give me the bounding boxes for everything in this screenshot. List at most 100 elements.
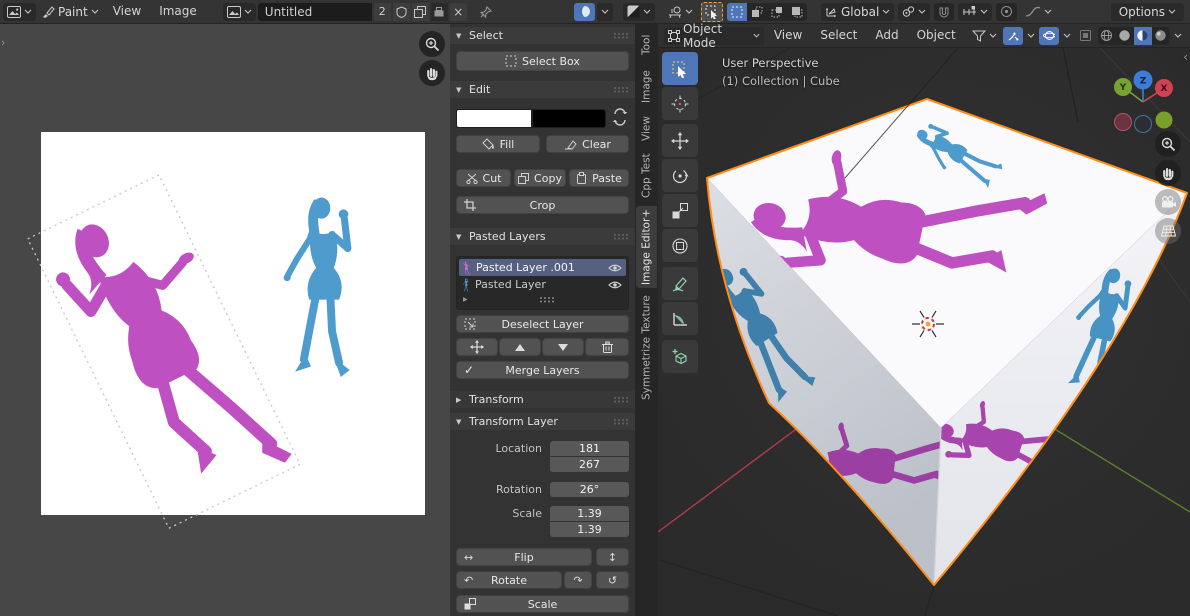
panel-header-select[interactable]: ▼ Select <box>450 27 635 44</box>
tab-symmetrize-texture[interactable]: Symmetrize Texture <box>636 292 657 404</box>
expand-triangle-icon[interactable]: ▶ <box>463 296 471 303</box>
select-mode-set[interactable] <box>727 3 747 21</box>
visibility-eye-icon[interactable] <box>608 280 622 290</box>
pan-button[interactable] <box>419 60 445 86</box>
mode-dropdown[interactable]: Paint <box>38 3 103 21</box>
viewport-pan-button[interactable] <box>1155 160 1181 186</box>
layer-down-button[interactable] <box>542 338 584 356</box>
resize-grip-icon[interactable] <box>539 296 555 303</box>
proportional-editing-toggle[interactable] <box>996 3 1017 21</box>
panel-header-transform-layer[interactable]: ▼ Transform Layer <box>450 413 635 430</box>
overlays-toggle[interactable] <box>1039 27 1059 45</box>
menu-image[interactable]: Image <box>151 0 205 23</box>
rotate-cw-button[interactable]: ↷ <box>564 571 592 589</box>
swap-colors-button[interactable] <box>612 108 628 126</box>
new-image-button[interactable] <box>412 3 429 21</box>
pivot-point-dropdown[interactable] <box>898 3 930 21</box>
foreground-color-swatch[interactable] <box>456 109 532 128</box>
tool-rotate[interactable] <box>662 159 698 192</box>
image-canvas-area[interactable]: › <box>0 24 450 616</box>
tab-image[interactable]: Image <box>636 66 657 108</box>
clear-button[interactable]: Clear <box>546 135 629 153</box>
copy-button[interactable]: Copy <box>514 169 566 187</box>
pin-icon[interactable] <box>479 5 493 19</box>
location-y-field[interactable]: 267 <box>550 457 629 472</box>
toggle-ortho-button[interactable] <box>1155 218 1181 244</box>
fake-user-button[interactable] <box>393 3 410 21</box>
tool-annotate[interactable] <box>662 267 698 300</box>
layer-up-button[interactable] <box>499 338 541 356</box>
overlays-dropdown[interactable] <box>1061 27 1073 45</box>
image-browse-button[interactable] <box>223 3 256 21</box>
tool-transform[interactable] <box>662 229 698 262</box>
axis-neg-y-ball[interactable] <box>1156 112 1173 129</box>
pack-image-button[interactable] <box>431 3 448 21</box>
viewport-3d[interactable]: User Perspective (1) Collection | Cube ‹… <box>658 48 1190 616</box>
shading-dropdown[interactable] <box>1172 27 1184 45</box>
tool-measure[interactable] <box>662 302 698 335</box>
snap-target-dropdown[interactable] <box>958 3 992 21</box>
layer-row[interactable]: Pasted Layer <box>459 276 626 293</box>
tool-cursor[interactable] <box>662 87 698 120</box>
shading-material-preview[interactable] <box>1134 27 1152 45</box>
rotation-field[interactable]: 26° <box>550 482 629 497</box>
tool-move[interactable] <box>662 124 698 157</box>
crop-button[interactable]: Crop <box>456 196 629 214</box>
fill-button[interactable]: Fill <box>456 135 540 153</box>
panel-header-transform[interactable]: ▶ Transform <box>450 391 635 408</box>
tool-select-box[interactable] <box>662 52 698 85</box>
xray-toggle[interactable] <box>1075 27 1096 45</box>
rotate-cycle-button[interactable]: ↺ <box>596 571 629 589</box>
gizmos-toggle[interactable] <box>1003 27 1023 45</box>
active-tool-button[interactable] <box>701 2 723 22</box>
options-dropdown[interactable]: Options <box>1111 3 1184 21</box>
tool-add-cube[interactable] <box>662 340 698 373</box>
zoom-button[interactable] <box>419 31 445 57</box>
visibility-eye-icon[interactable] <box>608 263 622 273</box>
panel-header-edit[interactable]: ▼ Edit <box>450 81 635 98</box>
navigation-gizmo[interactable]: Y Z X <box>1110 60 1176 136</box>
tab-view[interactable]: View <box>636 112 657 146</box>
panel-grip-icon[interactable] <box>613 32 629 39</box>
location-x-field[interactable]: 181 <box>550 441 629 456</box>
move-layer-button[interactable] <box>456 338 498 356</box>
shading-rendered[interactable] <box>1152 27 1170 45</box>
image-paint-mode-caret[interactable] <box>597 3 613 21</box>
menu-add[interactable]: Add <box>867 24 906 47</box>
panel-grip-icon[interactable] <box>613 86 629 93</box>
unlink-image-button[interactable]: × <box>450 3 467 21</box>
snap-toggle[interactable] <box>934 3 954 21</box>
layer-row-selected[interactable]: Pasted Layer .001 <box>459 259 626 276</box>
proportional-falloff-dropdown[interactable] <box>1021 3 1056 21</box>
flip-button[interactable]: ↔ Flip <box>456 548 592 566</box>
flip-vertical-button[interactable]: ↕ <box>596 548 629 566</box>
scale-x-field[interactable]: 1.39 <box>550 506 629 521</box>
image-name-field[interactable]: Untitled <box>258 3 372 21</box>
expand-toolbar-arrow[interactable]: › <box>1 36 5 49</box>
tool-scale[interactable] <box>662 194 698 227</box>
delete-layer-button[interactable] <box>585 338 629 356</box>
mode-selector[interactable]: Object Mode <box>664 27 764 45</box>
visibility-dropdown[interactable] <box>968 27 1001 45</box>
tab-cpp-test[interactable]: Cpp Test <box>636 150 657 202</box>
editor-type-button[interactable] <box>3 3 36 21</box>
menu-object[interactable]: Object <box>909 24 964 47</box>
select-mode-extend[interactable] <box>747 3 767 21</box>
scale-layer-button[interactable]: Scale <box>456 595 629 613</box>
select-mode-subtract[interactable] <box>767 3 787 21</box>
deselect-layer-button[interactable]: Deselect Layer <box>456 315 629 333</box>
tab-tool[interactable]: Tool <box>636 28 657 62</box>
camera-view-button[interactable] <box>1155 189 1181 215</box>
panel-grip-icon[interactable] <box>613 233 629 240</box>
viewport-zoom-button[interactable] <box>1155 131 1181 157</box>
merge-layers-button[interactable]: ✓ Merge Layers <box>456 361 629 379</box>
axis-neg-x-ball[interactable] <box>1115 114 1132 131</box>
menu-view[interactable]: View <box>766 24 810 47</box>
panel-grip-icon[interactable] <box>613 418 629 425</box>
background-color-swatch[interactable] <box>532 109 606 128</box>
tab-image-editor-plus[interactable]: Image Editor+ <box>636 206 657 288</box>
rotate-ccw-button[interactable]: ↶ Rotate <box>456 571 562 589</box>
gizmos-dropdown[interactable] <box>1025 27 1037 45</box>
panel-grip-icon[interactable] <box>613 396 629 403</box>
orientation-dropdown[interactable]: Global <box>821 3 894 21</box>
